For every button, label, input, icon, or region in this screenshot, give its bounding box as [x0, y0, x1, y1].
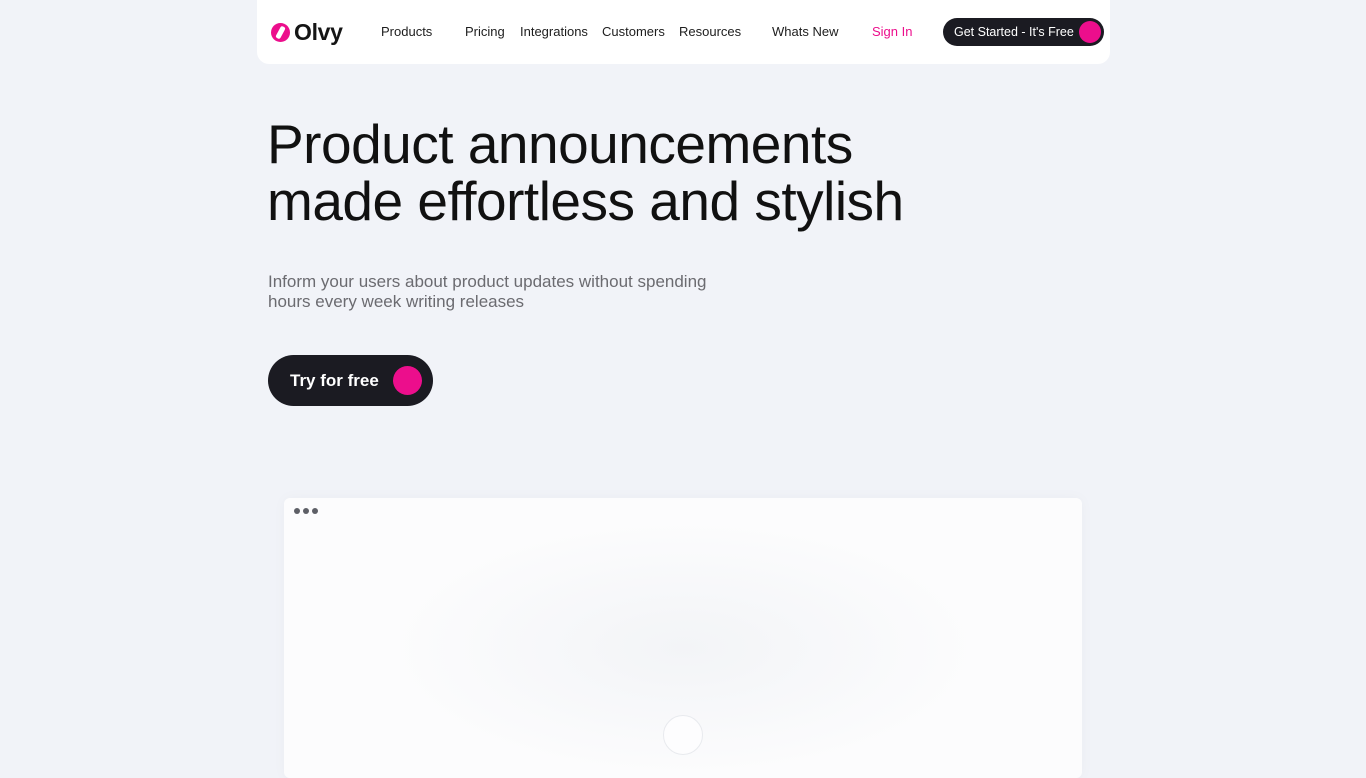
window-dot-icon [312, 508, 318, 514]
nav-resources[interactable]: Resources [679, 24, 741, 40]
olvy-logo-icon [271, 22, 290, 42]
logo-text: Olvy [294, 18, 343, 45]
get-started-button[interactable]: Get Started - It's Free [943, 18, 1104, 46]
hero-subtitle-line-2: hours every week writing releases [268, 292, 525, 311]
hero-title-line-1: Product announcements [267, 113, 853, 175]
nav-whats-new[interactable]: Whats New [772, 24, 838, 40]
get-started-label: Get Started - It's Free [954, 25, 1074, 39]
hero-subtitle-line-1: Inform your users about product updates … [268, 272, 707, 291]
window-dot-icon [303, 508, 309, 514]
try-for-free-label: Try for free [290, 371, 379, 390]
hero-title: Product announcements made effortless an… [267, 116, 1027, 230]
hero-title-line-2: made effortless and stylish [267, 170, 904, 232]
nav-products[interactable]: Products [381, 24, 432, 40]
nav-pricing[interactable]: Pricing [465, 24, 505, 40]
pink-dot-icon [1079, 21, 1101, 43]
window-controls [294, 508, 318, 514]
nav-customers[interactable]: Customers [602, 24, 665, 40]
hero-subtitle: Inform your users about product updates … [268, 272, 748, 312]
pink-dot-icon [393, 366, 422, 395]
nav-integrations[interactable]: Integrations [520, 24, 588, 40]
play-circle-icon[interactable] [663, 715, 703, 755]
product-preview-window [284, 498, 1082, 778]
logo[interactable]: Olvy [271, 18, 343, 46]
try-for-free-button[interactable]: Try for free [268, 355, 433, 406]
top-navbar: Olvy Products Pricing Integrations Custo… [257, 0, 1110, 64]
window-dot-icon [294, 508, 300, 514]
sign-in-link[interactable]: Sign In [872, 24, 912, 40]
